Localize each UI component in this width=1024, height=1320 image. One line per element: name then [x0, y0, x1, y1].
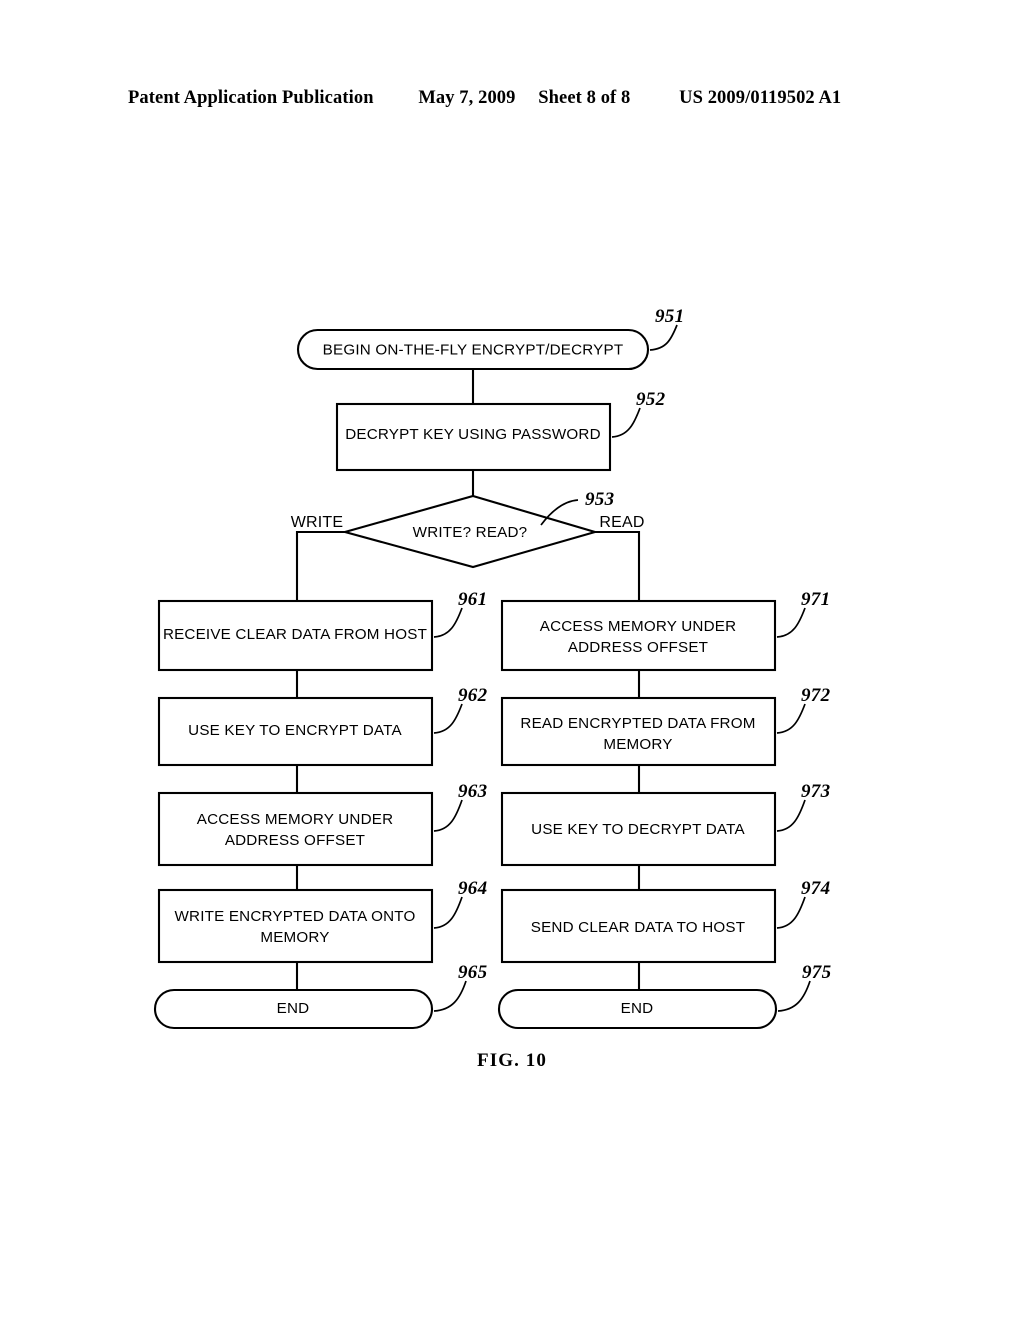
leader-line-975: [777, 980, 811, 1012]
node-972-label-line2: MEMORY: [603, 736, 672, 753]
ref-number-971: 971: [801, 589, 830, 610]
leader-line-964: [433, 896, 463, 929]
leader-line-952: [611, 407, 641, 438]
node-951-label: BEGIN ON-THE-FLY ENCRYPT/DECRYPT: [323, 342, 624, 359]
leader-line-961: [433, 607, 463, 638]
node-971-label-line1: ACCESS MEMORY UNDER: [540, 618, 737, 635]
leader-line-963: [433, 799, 463, 832]
leader-line-965: [433, 980, 467, 1012]
leader-line-974: [776, 896, 806, 929]
node-964-box: [157, 888, 434, 964]
ref-number-974: 974: [801, 878, 830, 899]
branch-label-read: READ: [599, 514, 644, 531]
ref-number-952: 952: [636, 389, 666, 410]
leader-line-971: [776, 607, 806, 638]
node-963-label-line2: ADDRESS OFFSET: [225, 832, 365, 849]
ref-number-951: 951: [655, 306, 684, 327]
node-973-label: USE KEY TO DECRYPT DATA: [531, 821, 745, 838]
branch-label-write: WRITE: [291, 514, 344, 531]
ref-number-953: 953: [585, 489, 614, 510]
connector-953-961-write: [295, 530, 345, 601]
ref-number-965: 965: [458, 962, 488, 983]
node-953-label: WRITE? READ?: [413, 524, 528, 541]
node-964-label-line2: MEMORY: [260, 929, 329, 946]
ref-number-964: 964: [458, 878, 487, 899]
leader-line-972: [776, 703, 806, 734]
node-963-label-line1: ACCESS MEMORY UNDER: [197, 811, 394, 828]
node-971-label-line2: ADDRESS OFFSET: [568, 639, 708, 656]
node-974-label: SEND CLEAR DATA TO HOST: [531, 919, 745, 936]
figure-caption: FIG. 10: [477, 1050, 547, 1071]
node-972-label-line1: READ ENCRYPTED DATA FROM: [520, 715, 755, 732]
node-965-label: END: [277, 1000, 310, 1017]
leader-line-973: [776, 799, 806, 832]
leader-line-962: [433, 703, 463, 734]
leader-line-951: [649, 324, 678, 351]
node-962-label: USE KEY TO ENCRYPT DATA: [188, 722, 402, 739]
ref-number-961: 961: [458, 589, 487, 610]
node-963-box: [157, 791, 434, 867]
node-961-label: RECEIVE CLEAR DATA FROM HOST: [163, 626, 427, 643]
ref-number-972: 972: [801, 685, 831, 706]
patent-page: Patent Application Publication May 7, 20…: [0, 0, 1024, 1320]
ref-number-963: 963: [458, 781, 487, 802]
node-952-label: DECRYPT KEY USING PASSWORD: [345, 426, 601, 443]
ref-number-975: 975: [802, 962, 832, 983]
connector-953-971-read: [595, 530, 641, 601]
flowchart-figure: BEGIN ON-THE-FLY ENCRYPT/DECRYPT 951 DEC…: [153, 306, 832, 1030]
ref-number-962: 962: [458, 685, 488, 706]
node-975-label: END: [621, 1000, 654, 1017]
ref-number-973: 973: [801, 781, 830, 802]
node-964-label-line1: WRITE ENCRYPTED DATA ONTO: [175, 908, 416, 925]
node-971-box: [500, 599, 777, 672]
